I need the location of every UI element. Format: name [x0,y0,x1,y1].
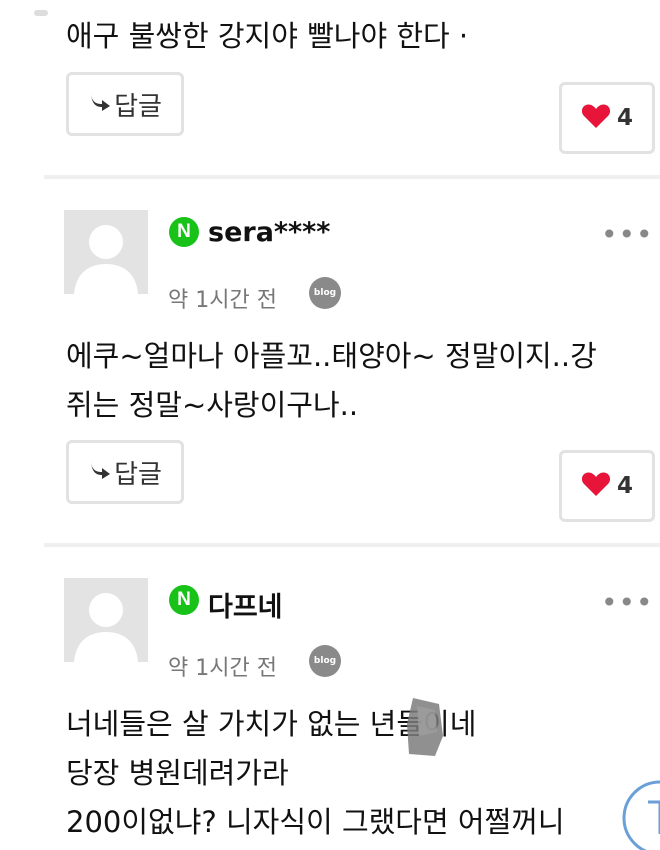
heart-icon [581,471,611,501]
nickname[interactable]: sera**** [208,217,330,248]
comment-text: 쥐는 정말~사랑이구나.. [66,388,359,422]
reply-button[interactable]: 답글 [66,440,184,504]
like-count: 4 [616,105,633,131]
like-button[interactable]: 4 [559,450,655,522]
more-options-icon[interactable]: ••• [601,218,654,251]
censor-smudge [405,696,445,758]
comment-time: 약 1시간 전 [168,656,277,681]
comment-item: 애구 불쌍한 강지야 빨나야 한다 · 답글 4 [0,0,660,178]
comment-top-dot [34,10,48,16]
reply-arrow-icon [88,457,112,487]
heart-icon [581,103,611,133]
nickname[interactable]: 다프네 [208,585,283,624]
comment-item: N sera**** ••• 약 1시간 전 blog 에쿠~얼마나 아플꼬..… [0,180,660,544]
naver-badge-icon: N [169,585,199,615]
blog-icon[interactable]: blog [309,645,341,677]
reply-arrow-icon [88,89,112,119]
scroll-top-button[interactable] [620,780,660,850]
reply-label: 답글 [114,459,162,490]
comment-divider [44,175,660,179]
comment-text: 애구 불쌍한 강지야 빨나야 한다 · [66,19,469,53]
like-count: 4 [616,473,633,499]
blog-icon[interactable]: blog [309,277,341,309]
comment-item: N 다프네 ••• 약 1시간 전 blog 너네들은 살 가치가 없는 년들이… [0,548,660,850]
naver-badge-icon: N [169,217,199,247]
default-avatar-icon [64,578,148,662]
more-options-icon[interactable]: ••• [601,586,654,619]
comment-text: 에쿠~얼마나 아플꼬..태양아~ 정말이지..강 [66,339,597,373]
reply-label: 답글 [114,91,162,122]
default-avatar-icon [64,210,148,294]
comment-time: 약 1시간 전 [168,288,277,313]
comment-text: 200이없냐? 니자식이 그랬다면 어쩔꺼니 [66,805,565,839]
reply-button[interactable]: 답글 [66,72,184,136]
like-button[interactable]: 4 [559,82,655,154]
comment-divider [44,543,660,547]
avatar[interactable] [64,578,148,662]
avatar[interactable] [64,210,148,294]
scroll-top-icon [622,780,660,850]
comment-text: 당장 병원데려가라 [66,756,289,790]
